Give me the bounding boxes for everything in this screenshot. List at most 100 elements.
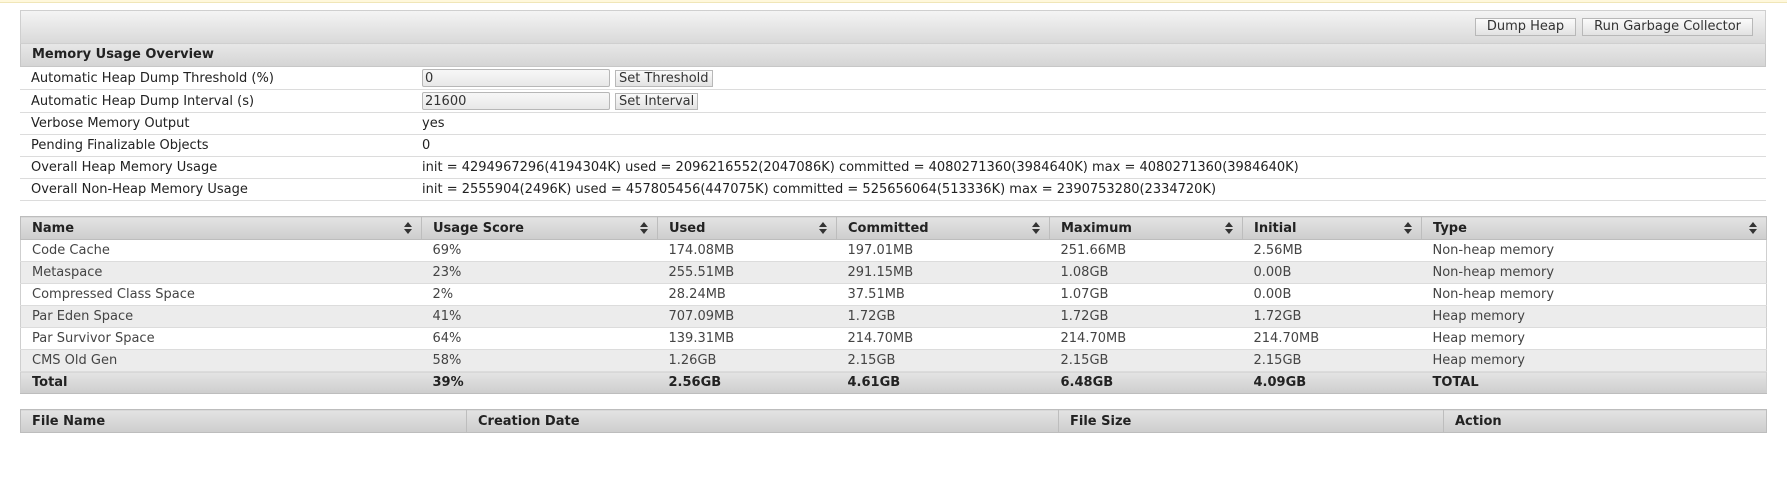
total-maximum: 6.48GB (1049, 371, 1243, 394)
column-header-committed[interactable]: Committed (836, 216, 1050, 240)
cell-usage-score: 2% (421, 283, 658, 306)
cell-used: 1.26GB (657, 349, 837, 372)
cell-initial: 0.00B (1242, 283, 1422, 306)
threshold-row: Automatic Heap Dump Threshold (%) Set Th… (20, 67, 1766, 90)
heap-dump-files-table: File Name Creation Date File Size Action (20, 409, 1767, 433)
cell-committed: 197.01MB (836, 239, 1050, 262)
nonheap-usage-row: Overall Non-Heap Memory Usage init = 255… (20, 179, 1766, 201)
table-row: Par Survivor Space 64% 139.31MB 214.70MB… (20, 327, 1767, 350)
sort-icon (819, 222, 827, 234)
cell-maximum: 1.08GB (1049, 261, 1243, 284)
files-table-header: File Name Creation Date File Size Action (20, 409, 1767, 433)
heap-usage-row: Overall Heap Memory Usage init = 4294967… (20, 157, 1766, 179)
column-header-name[interactable]: Name (20, 216, 422, 240)
cell-used: 28.24MB (657, 283, 837, 306)
table-row: CMS Old Gen 58% 1.26GB 2.15GB 2.15GB 2.1… (20, 349, 1767, 372)
cell-maximum: 1.72GB (1049, 305, 1243, 328)
set-threshold-button[interactable]: Set Threshold (615, 69, 713, 87)
cell-maximum: 251.66MB (1049, 239, 1243, 262)
cell-name: Code Cache (20, 239, 422, 262)
column-header-used[interactable]: Used (657, 216, 837, 240)
column-header-maximum[interactable]: Maximum (1049, 216, 1243, 240)
overview-title: Memory Usage Overview (20, 44, 1766, 67)
memory-panel: Dump Heap Run Garbage Collector Memory U… (20, 10, 1767, 433)
cell-used: 174.08MB (657, 239, 837, 262)
total-used: 2.56GB (657, 371, 837, 394)
threshold-input[interactable] (422, 69, 610, 87)
pending-row: Pending Finalizable Objects 0 (20, 135, 1766, 157)
cell-used: 707.09MB (657, 305, 837, 328)
cell-usage-score: 23% (421, 261, 658, 284)
cell-usage-score: 64% (421, 327, 658, 350)
total-committed: 4.61GB (836, 371, 1050, 394)
verbose-label: Verbose Memory Output (31, 116, 190, 131)
cell-initial: 2.15GB (1242, 349, 1422, 372)
column-header-usage-score[interactable]: Usage Score (421, 216, 658, 240)
sort-icon (404, 222, 412, 234)
cell-committed: 291.15MB (836, 261, 1050, 284)
cell-name: Metaspace (20, 261, 422, 284)
cell-name: CMS Old Gen (20, 349, 422, 372)
heap-usage-value: init = 4294967296(4194304K) used = 20962… (422, 160, 1299, 175)
verbose-value: yes (422, 116, 445, 131)
cell-committed: 214.70MB (836, 327, 1050, 350)
table-row: Metaspace 23% 255.51MB 291.15MB 1.08GB 0… (20, 261, 1767, 284)
interval-input[interactable] (422, 92, 610, 110)
cell-used: 255.51MB (657, 261, 837, 284)
total-initial: 4.09GB (1242, 371, 1422, 394)
sort-icon (1404, 222, 1412, 234)
sort-icon (1749, 222, 1757, 234)
cell-usage-score: 41% (421, 305, 658, 328)
cell-maximum: 1.07GB (1049, 283, 1243, 306)
column-header-file-name[interactable]: File Name (20, 409, 467, 433)
pending-label: Pending Finalizable Objects (31, 138, 209, 153)
memory-pools-table: Name Usage Score Used Committed Maximum … (20, 216, 1767, 394)
cell-committed: 1.72GB (836, 305, 1050, 328)
run-garbage-collector-button[interactable]: Run Garbage Collector (1582, 18, 1753, 36)
column-header-action[interactable]: Action (1443, 409, 1767, 433)
table-row: Code Cache 69% 174.08MB 197.01MB 251.66M… (20, 239, 1767, 262)
cell-used: 139.31MB (657, 327, 837, 350)
cell-type: Non-heap memory (1421, 283, 1767, 306)
total-usage-score: 39% (421, 371, 658, 394)
interval-label: Automatic Heap Dump Interval (s) (31, 93, 255, 109)
heap-usage-label: Overall Heap Memory Usage (31, 160, 218, 175)
cell-type: Non-heap memory (1421, 239, 1767, 262)
verbose-row: Verbose Memory Output yes (20, 113, 1766, 135)
cell-type: Heap memory (1421, 349, 1767, 372)
cell-initial: 0.00B (1242, 261, 1422, 284)
table-row: Par Eden Space 41% 707.09MB 1.72GB 1.72G… (20, 305, 1767, 328)
toolbar: Dump Heap Run Garbage Collector (20, 10, 1766, 44)
cell-maximum: 214.70MB (1049, 327, 1243, 350)
interval-row: Automatic Heap Dump Interval (s) Set Int… (20, 90, 1766, 113)
set-interval-button[interactable]: Set Interval (615, 92, 699, 110)
total-row: Total 39% 2.56GB 4.61GB 6.48GB 4.09GB TO… (20, 371, 1767, 394)
column-header-initial[interactable]: Initial (1242, 216, 1422, 240)
cell-initial: 2.56MB (1242, 239, 1422, 262)
cell-type: Heap memory (1421, 327, 1767, 350)
memory-table-header: Name Usage Score Used Committed Maximum … (20, 216, 1767, 240)
nonheap-usage-value: init = 2555904(2496K) used = 457805456(4… (422, 182, 1217, 197)
dump-heap-button[interactable]: Dump Heap (1474, 18, 1577, 36)
sort-icon (1032, 222, 1040, 234)
cell-maximum: 2.15GB (1049, 349, 1243, 372)
nonheap-usage-label: Overall Non-Heap Memory Usage (31, 182, 248, 197)
cell-name: Compressed Class Space (20, 283, 422, 306)
sort-icon (640, 222, 648, 234)
threshold-label: Automatic Heap Dump Threshold (%) (31, 70, 274, 86)
column-header-file-size[interactable]: File Size (1058, 409, 1444, 433)
sort-icon (1225, 222, 1233, 234)
cell-initial: 1.72GB (1242, 305, 1422, 328)
table-row: Compressed Class Space 2% 28.24MB 37.51M… (20, 283, 1767, 306)
cell-committed: 37.51MB (836, 283, 1050, 306)
column-header-type[interactable]: Type (1421, 216, 1767, 240)
cell-type: Non-heap memory (1421, 261, 1767, 284)
cell-usage-score: 58% (421, 349, 658, 372)
cell-committed: 2.15GB (836, 349, 1050, 372)
cell-usage-score: 69% (421, 239, 658, 262)
total-name: Total (20, 371, 422, 394)
cell-name: Par Survivor Space (20, 327, 422, 350)
cell-initial: 214.70MB (1242, 327, 1422, 350)
pending-value: 0 (422, 138, 431, 153)
column-header-creation-date[interactable]: Creation Date (466, 409, 1059, 433)
